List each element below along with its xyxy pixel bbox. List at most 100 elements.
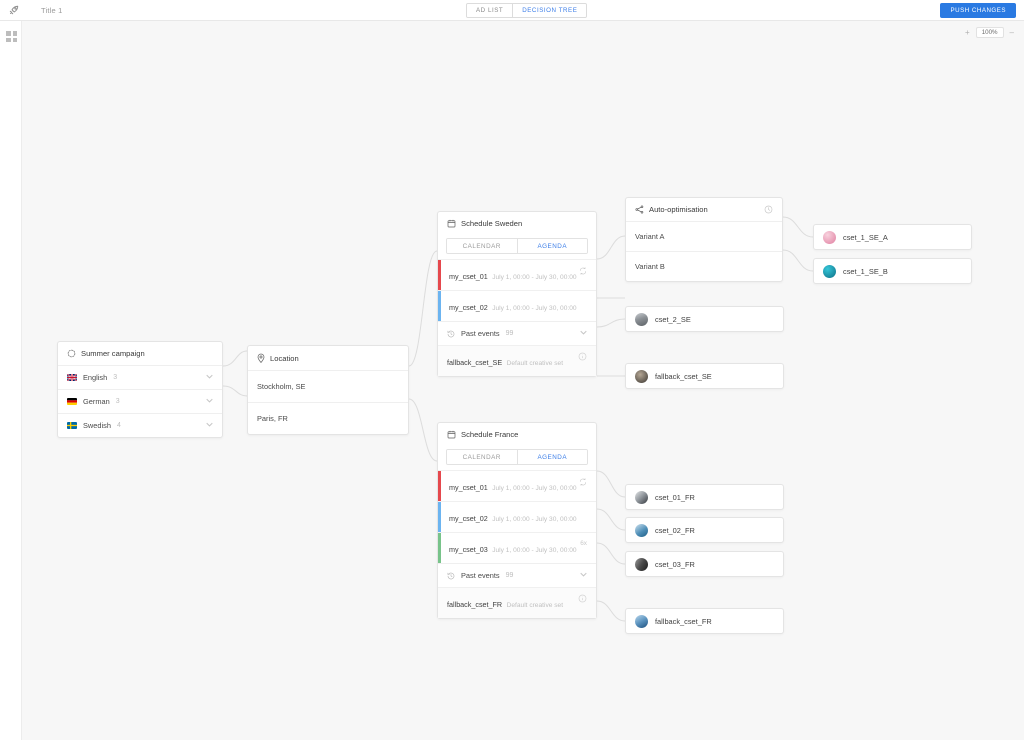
tab-calendar[interactable]: CALENDAR [447, 450, 517, 464]
auto-optimisation-variant-b[interactable]: Variant B [626, 251, 782, 281]
repeat-icon [579, 266, 587, 277]
push-changes-button[interactable]: PUSH CHANGES [940, 3, 1016, 18]
campaign-language-count: 4 [116, 422, 121, 429]
schedule-france-past-events[interactable]: Past events 99 [438, 563, 596, 587]
campaign-language-count: 3 [113, 374, 118, 381]
campaign-node[interactable]: Summer campaign English 3 German 3 Swedi… [57, 341, 223, 438]
tab-ad-list[interactable]: AD LIST [467, 4, 513, 17]
campaign-language-count: 3 [115, 398, 120, 405]
zoom-out-button[interactable]: – [1010, 28, 1014, 37]
creative-thumbnail [635, 369, 648, 383]
info-icon[interactable] [578, 352, 587, 361]
location-item-paris[interactable]: Paris, FR [248, 402, 408, 434]
zoom-level-display[interactable]: 100% [975, 27, 1004, 38]
split-branch-icon [635, 205, 644, 214]
creative-set-cset-1-se-b[interactable]: cset_1_SE_B [813, 258, 972, 284]
creative-thumbnail [635, 312, 648, 326]
creative-set-fallback-fr[interactable]: fallback_cset_FR [625, 608, 784, 634]
zoom-in-button[interactable]: + [965, 28, 970, 37]
clock-icon[interactable] [764, 205, 773, 214]
creative-thumbnail [823, 264, 836, 278]
history-icon [447, 572, 455, 580]
chevron-down-icon[interactable] [206, 374, 213, 381]
campaign-title: Summer campaign [81, 349, 145, 358]
creative-set-label: fallback_cset_SE [655, 371, 712, 381]
auto-optimisation-variant-a[interactable]: Variant A [626, 221, 782, 251]
auto-optimisation-title: Auto-optimisation [649, 205, 708, 214]
creative-set-cset-02-fr[interactable]: cset_02_FR [625, 517, 784, 543]
schedule-sweden-fallback-row[interactable]: fallback_cset_SE Default creative set [438, 345, 596, 376]
map-pin-icon [257, 353, 265, 363]
creative-set-label: cset_02_FR [655, 525, 695, 535]
creative-set-cset-03-fr[interactable]: cset_03_FR [625, 551, 784, 577]
event-name: my_cset_01 [449, 483, 488, 492]
calendar-icon [447, 219, 456, 228]
info-icon[interactable] [578, 594, 587, 603]
creative-set-label: cset_01_FR [655, 492, 695, 502]
schedule-sweden-tabs: CALENDAR AGENDA [446, 238, 588, 254]
schedule-france-fallback-row[interactable]: fallback_cset_FR Default creative set [438, 587, 596, 618]
variant-label: Variant A [635, 232, 665, 241]
schedule-event-row[interactable]: my_cset_01 July 1, 00:00 - July 30, 00:0… [438, 470, 596, 501]
chevron-down-icon[interactable] [206, 398, 213, 405]
location-node[interactable]: Location Stockholm, SE Paris, FR [247, 345, 409, 435]
top-bar: Title 1 AD LIST DECISION TREE PUSH CHANG… [0, 0, 1024, 21]
location-title: Location [270, 353, 299, 363]
past-events-count: 99 [505, 572, 514, 579]
creative-set-cset-01-fr[interactable]: cset_01_FR [625, 484, 784, 510]
creative-set-fallback-se[interactable]: fallback_cset_SE [625, 363, 784, 389]
campaign-language-label: Swedish [83, 421, 111, 430]
creative-thumbnail [823, 230, 836, 244]
event-color-bar [438, 260, 441, 290]
flag-se-icon [67, 422, 77, 429]
chevron-down-icon[interactable] [580, 330, 587, 337]
schedule-event-row[interactable]: my_cset_02 July 1, 00:00 - July 30, 00:0… [438, 290, 596, 321]
event-color-bar [438, 471, 441, 501]
tab-agenda[interactable]: AGENDA [516, 450, 587, 464]
repeat-icon [579, 477, 587, 488]
variant-label: Variant B [635, 262, 665, 271]
campaign-language-german[interactable]: German 3 [58, 389, 222, 413]
event-time: July 1, 00:00 - July 30, 00:00 [492, 274, 577, 281]
tab-decision-tree[interactable]: DECISION TREE [512, 4, 587, 17]
creative-thumbnail [635, 523, 648, 537]
past-events-label: Past events [461, 329, 500, 338]
campaign-language-swedish[interactable]: Swedish 4 [58, 413, 222, 437]
chevron-down-icon[interactable] [206, 422, 213, 429]
history-icon [447, 330, 455, 338]
schedule-sweden-past-events[interactable]: Past events 99 [438, 321, 596, 345]
creative-set-label: cset_1_SE_A [843, 232, 888, 242]
schedule-event-row[interactable]: my_cset_01 July 1, 00:00 - July 30, 00:0… [438, 259, 596, 290]
auto-optimisation-node[interactable]: Auto-optimisation Variant A Variant B [625, 197, 783, 282]
location-node-header: Location [248, 346, 408, 370]
document-title[interactable]: Title 1 [41, 6, 63, 15]
schedule-france-node[interactable]: Schedule France CALENDAR AGENDA my_cset_… [437, 422, 597, 619]
campaign-language-label: German [83, 397, 110, 406]
location-item-stockholm[interactable]: Stockholm, SE [248, 370, 408, 402]
creative-set-cset-1-se-a[interactable]: cset_1_SE_A [813, 224, 972, 250]
schedule-event-row[interactable]: my_cset_03 July 1, 00:00 - July 30, 00:0… [438, 532, 596, 563]
rocket-icon[interactable] [7, 3, 21, 17]
fallback-subtitle: Default creative set [506, 360, 564, 367]
decision-tree-canvas[interactable]: + 100% – Summer campaign English 3 Germa… [0, 21, 1024, 740]
schedule-event-row[interactable]: my_cset_02 July 1, 00:00 - July 30, 00:0… [438, 501, 596, 532]
event-name: my_cset_03 [449, 545, 488, 554]
event-time: July 1, 00:00 - July 30, 00:00 [492, 485, 577, 492]
campaign-language-label: English [83, 373, 108, 382]
past-events-label: Past events [461, 571, 500, 580]
chevron-down-icon[interactable] [580, 572, 587, 579]
tab-agenda[interactable]: AGENDA [516, 239, 587, 253]
campaign-language-english[interactable]: English 3 [58, 365, 222, 389]
fallback-name: fallback_cset_FR [447, 600, 503, 609]
event-time: July 1, 00:00 - July 30, 00:00 [492, 516, 577, 523]
fallback-name: fallback_cset_SE [447, 358, 503, 367]
schedule-france-header: Schedule France [438, 423, 596, 446]
creative-set-cset-2-se[interactable]: cset_2_SE [625, 306, 784, 332]
past-events-count: 99 [505, 330, 514, 337]
flag-de-icon [67, 398, 77, 405]
event-time: July 1, 00:00 - July 30, 00:00 [492, 547, 577, 554]
zoom-controls: + 100% – [965, 27, 1014, 38]
schedule-sweden-node[interactable]: Schedule Sweden CALENDAR AGENDA my_cset_… [437, 211, 597, 377]
expand-grid-icon[interactable] [6, 31, 17, 42]
tab-calendar[interactable]: CALENDAR [447, 239, 517, 253]
